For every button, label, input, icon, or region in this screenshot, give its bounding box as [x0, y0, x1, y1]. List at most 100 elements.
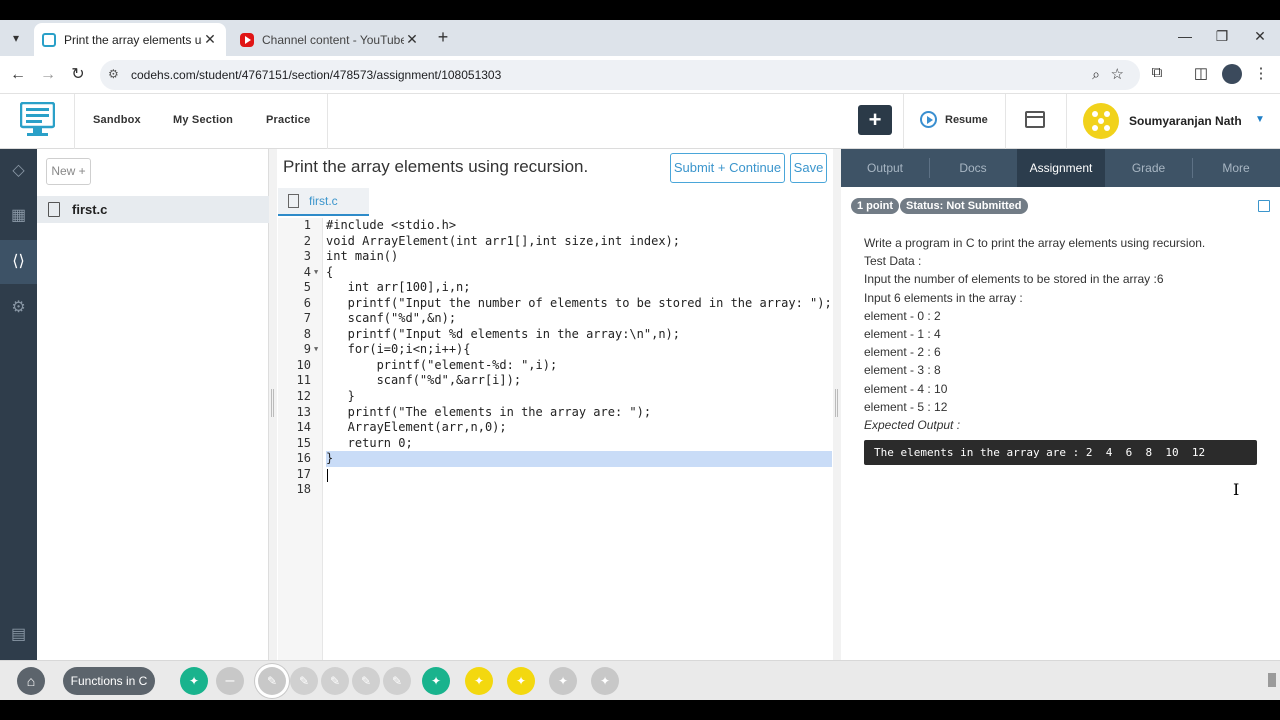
- editor-file-tab[interactable]: first.c: [278, 188, 369, 216]
- submit-continue-button[interactable]: Submit + Continue: [670, 153, 785, 183]
- browser-menu-kebab-icon[interactable]: ⋮: [1250, 64, 1272, 82]
- file-name: first.c: [72, 202, 108, 217]
- lightbulb-icon[interactable]: ✦: [465, 667, 493, 695]
- nav-my-section[interactable]: My Section: [173, 114, 233, 126]
- code-line[interactable]: 16}: [278, 451, 833, 467]
- assignment-line: element - 5 : 12: [864, 399, 948, 414]
- code-line[interactable]: 7 scanf("%d",&n);: [278, 311, 833, 327]
- screen: ▾ Print the array elements using r ✕ Cha…: [0, 0, 1280, 720]
- site-settings-icon[interactable]: ⚙: [108, 67, 119, 81]
- code-text: }: [326, 451, 832, 467]
- code-line[interactable]: 8 printf("Input %d elements in the array…: [278, 327, 833, 343]
- collapse-button[interactable]: –: [216, 667, 244, 695]
- user-avatar[interactable]: [1083, 103, 1119, 139]
- pencil-icon[interactable]: ✎: [258, 667, 286, 695]
- reload-icon[interactable]: ↻: [68, 65, 88, 85]
- create-plus-button[interactable]: +: [858, 105, 892, 135]
- extensions-puzzle-icon[interactable]: ⧉: [1146, 64, 1168, 81]
- external-link-icon[interactable]: [1258, 200, 1270, 212]
- close-tab-icon[interactable]: ✕: [404, 31, 420, 48]
- pencil-icon[interactable]: ✎: [352, 667, 380, 695]
- tab-search-chevron-down-icon[interactable]: ▾: [6, 28, 26, 48]
- tab-docs[interactable]: Docs: [929, 149, 1017, 187]
- code-line[interactable]: 6 printf("Input the number of elements t…: [278, 296, 833, 312]
- side-panel-icon[interactable]: ◫: [1190, 64, 1212, 82]
- code-line[interactable]: 18: [278, 482, 833, 498]
- file-item[interactable]: first.c: [37, 196, 269, 223]
- scrollbar[interactable]: [1266, 661, 1278, 701]
- pencil-icon[interactable]: ✎: [383, 667, 411, 695]
- pencil-icon[interactable]: ✎: [290, 667, 318, 695]
- code-line[interactable]: 17: [278, 467, 833, 483]
- splitter-grip[interactable]: [835, 389, 838, 417]
- code-line[interactable]: 1 #include <stdio.h>: [278, 218, 833, 234]
- resume-button[interactable]: Resume: [920, 111, 988, 128]
- code-line[interactable]: 14 ArrayElement(arr,n,0);: [278, 420, 833, 436]
- tab-output[interactable]: Output: [841, 149, 929, 187]
- code-line[interactable]: 3 int main(): [278, 249, 833, 265]
- code-line[interactable]: 9 ▼ for(i=0;i<n;i++){: [278, 342, 833, 358]
- code-line[interactable]: 4 ▼ {: [278, 265, 833, 281]
- code-text: #include <stdio.h>: [326, 218, 457, 232]
- nav-practice[interactable]: Practice: [266, 114, 310, 126]
- code-line[interactable]: 13 printf("The elements in the array are…: [278, 405, 833, 421]
- lightbulb-icon[interactable]: ✦: [549, 667, 577, 695]
- assignment-line: element - 3 : 8: [864, 363, 941, 378]
- home-icon[interactable]: ⌂: [17, 667, 45, 695]
- nav-sandbox[interactable]: Sandbox: [93, 114, 141, 126]
- pencil-icon[interactable]: ✎: [321, 667, 349, 695]
- tab-more[interactable]: More: [1192, 149, 1280, 187]
- code-area[interactable]: 1 #include <stdio.h> 2 void ArrayElement(in…: [278, 218, 833, 498]
- restore-icon[interactable]: ❐: [1212, 28, 1232, 45]
- tab-assignment[interactable]: Assignment: [1017, 149, 1105, 187]
- layout-window-icon[interactable]: [1025, 111, 1045, 128]
- module-pill[interactable]: Functions in C: [63, 667, 155, 695]
- user-name[interactable]: Soumyaranjan Nath: [1129, 114, 1242, 128]
- splitter-grip[interactable]: [271, 389, 274, 417]
- calendar-icon[interactable]: ▦: [0, 194, 37, 238]
- zoom-magnifier-icon[interactable]: ⌕: [1092, 66, 1100, 83]
- line-number: 7: [303, 311, 311, 326]
- codehs-logo-icon[interactable]: [20, 102, 55, 138]
- forward-arrow-icon[interactable]: →: [38, 65, 58, 85]
- save-button[interactable]: Save: [790, 153, 827, 183]
- new-tab-plus-icon[interactable]: +: [433, 27, 453, 48]
- panel-splitter[interactable]: [269, 149, 277, 660]
- fold-arrow-icon[interactable]: ▼: [314, 342, 318, 358]
- browser-profile-avatar[interactable]: [1222, 64, 1242, 84]
- code-line[interactable]: 15 return 0;: [278, 436, 833, 452]
- play-circle-icon: [920, 111, 937, 128]
- panel-splitter[interactable]: [833, 149, 841, 660]
- bookmark-star-icon[interactable]: ☆: [1111, 65, 1124, 83]
- line-number: 3: [303, 249, 311, 264]
- console-table-icon[interactable]: ▤: [0, 613, 37, 657]
- lightbulb-icon[interactable]: ✦: [591, 667, 619, 695]
- map-icon[interactable]: ◇: [0, 149, 37, 193]
- minimize-icon[interactable]: —: [1175, 28, 1195, 44]
- user-menu-caret-icon[interactable]: ▼: [1255, 114, 1265, 125]
- code-editor-icon[interactable]: ⟨⟩: [0, 240, 37, 284]
- file-panel: New + first.c: [37, 149, 269, 660]
- tab-grade[interactable]: Grade: [1105, 149, 1192, 187]
- close-window-icon[interactable]: ✕: [1250, 28, 1270, 45]
- browser-tab-active[interactable]: Print the array elements using r ✕: [34, 23, 226, 56]
- settings-gear-icon[interactable]: ⚙: [0, 286, 37, 330]
- code-line[interactable]: 12 }: [278, 389, 833, 405]
- close-tab-icon[interactable]: ✕: [202, 31, 218, 48]
- back-arrow-icon[interactable]: ←: [8, 65, 28, 85]
- code-line[interactable]: 2 void ArrayElement(int arr1[],int size,i…: [278, 234, 833, 250]
- code-text: return 0;: [326, 435, 413, 450]
- code-line[interactable]: 11 scanf("%d",&arr[i]);: [278, 373, 833, 389]
- scrollbar-thumb[interactable]: [1268, 673, 1276, 687]
- lightbulb-icon[interactable]: ✦: [507, 667, 535, 695]
- lightbulb-icon[interactable]: ✦: [180, 667, 208, 695]
- address-bar[interactable]: ⚙ codehs.com/student/4767151/section/478…: [100, 60, 1140, 90]
- new-file-button[interactable]: New +: [46, 158, 91, 185]
- code-line[interactable]: 5 int arr[100],i,n;: [278, 280, 833, 296]
- browser-tab-youtube[interactable]: Channel content - YouTube Stu ✕: [232, 23, 428, 56]
- code-line[interactable]: 10 printf("element-%d: ",i);: [278, 358, 833, 374]
- assignment-title: Print the array elements using recursion…: [283, 157, 589, 176]
- fold-arrow-icon[interactable]: ▼: [314, 265, 318, 281]
- lightbulb-icon[interactable]: ✦: [422, 667, 450, 695]
- browser-tab-title: Channel content - YouTube Stu: [262, 32, 404, 47]
